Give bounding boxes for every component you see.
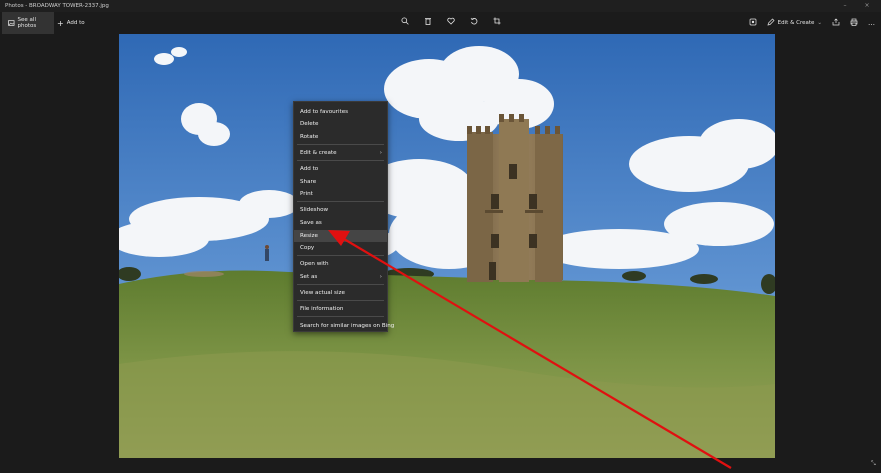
photos-icon — [8, 20, 15, 26]
fullscreen-icon[interactable]: ⤡ — [871, 460, 876, 468]
edit-create-label: Edit & Create — [777, 20, 815, 26]
chevron-right-icon: › — [379, 150, 382, 156]
menu-item-label: Add to — [300, 166, 319, 172]
see-all-photos-label: See all photos — [17, 17, 37, 29]
window-title: Photos - BROADWAY TOWER-2337.jpg — [5, 3, 109, 9]
menu-separator — [297, 300, 384, 301]
menu-item-label: File information — [300, 306, 344, 312]
menu-item-label: Print — [300, 191, 313, 197]
print-icon[interactable] — [850, 18, 858, 28]
menu-item-label: Slideshow — [300, 207, 329, 213]
menu-item-label: Set as — [300, 274, 318, 280]
right-tools: Edit & Create ⌄ … — [749, 12, 875, 34]
photo-viewer[interactable] — [119, 34, 775, 458]
zoom-icon[interactable] — [398, 12, 412, 34]
plus-icon: + — [57, 18, 64, 28]
menu-item-save-as[interactable]: Save as — [294, 217, 387, 229]
add-to-label: Add to — [66, 20, 85, 26]
broadway-tower-photo — [119, 34, 775, 458]
context-menu: Add to favourites Delete Rotate Edit & crea… — [293, 101, 394, 332]
edit-icon — [767, 18, 775, 28]
menu-item-slideshow[interactable]: Slideshow — [294, 204, 387, 216]
chevron-right-icon: › — [379, 274, 382, 280]
menu-separator — [297, 144, 384, 145]
menu-item-view-actual-size[interactable]: View actual size — [294, 287, 387, 299]
menu-item-label: Copy — [300, 245, 315, 251]
menu-item-open-with[interactable]: Open with — [294, 258, 387, 270]
see-all-photos-button[interactable]: See all photos — [2, 12, 54, 34]
menu-item-set-as[interactable]: Set as › — [294, 271, 387, 283]
menu-item-label: Share — [300, 179, 317, 185]
menu-item-label: Edit & create — [300, 150, 337, 156]
menu-item-print[interactable]: Print — [294, 188, 387, 200]
menu-item-label: Save as — [300, 220, 322, 226]
menu-item-label: Add to favourites — [300, 109, 349, 115]
menu-item-search-for-similar-images-on-bing[interactable]: Search for similar images on Bing — [294, 320, 394, 332]
share-icon[interactable] — [832, 18, 840, 28]
menu-item-label: Open with — [300, 261, 329, 267]
enhance-icon[interactable] — [749, 18, 757, 28]
menu-item-copy[interactable]: Copy — [294, 242, 387, 254]
edit-create-button[interactable]: Edit & Create ⌄ — [767, 12, 822, 34]
chevron-down-icon: ⌄ — [817, 20, 822, 26]
title-bar: Photos - BROADWAY TOWER-2337.jpg – × — [0, 0, 881, 12]
menu-item-label: View actual size — [300, 290, 345, 296]
menu-separator — [297, 255, 384, 256]
delete-icon[interactable] — [421, 12, 435, 34]
menu-item-share[interactable]: Share — [294, 176, 387, 188]
crop-icon[interactable] — [490, 12, 504, 34]
toolbar: See all photos + Add to Edit & Create ⌄ … — [0, 12, 881, 34]
menu-item-label: Rotate — [300, 134, 319, 140]
minimize-button[interactable]: – — [838, 0, 852, 12]
close-button[interactable]: × — [860, 0, 874, 12]
menu-item-label: Delete — [300, 121, 319, 127]
more-icon[interactable]: … — [868, 19, 875, 27]
menu-separator — [297, 284, 384, 285]
menu-item-add-to[interactable]: Add to — [294, 163, 387, 175]
menu-item-label: Search for similar images on Bing — [300, 323, 395, 329]
center-tools — [398, 12, 504, 34]
menu-item-rotate[interactable]: Rotate — [294, 131, 387, 143]
rotate-icon[interactable] — [467, 12, 481, 34]
tower — [467, 114, 563, 282]
menu-item-delete[interactable]: Delete — [294, 118, 387, 130]
menu-item-resize[interactable]: Resize — [294, 230, 387, 242]
menu-item-file-information[interactable]: File information — [294, 303, 387, 315]
add-to-button[interactable]: + Add to — [57, 12, 85, 34]
menu-item-add-to-favourites[interactable]: Add to favourites — [294, 106, 387, 118]
favourite-icon[interactable] — [444, 12, 458, 34]
menu-item-edit-create[interactable]: Edit & create › — [294, 147, 387, 159]
menu-separator — [297, 160, 384, 161]
menu-item-label: Resize — [300, 233, 318, 239]
menu-separator — [297, 316, 384, 317]
menu-separator — [297, 201, 384, 202]
